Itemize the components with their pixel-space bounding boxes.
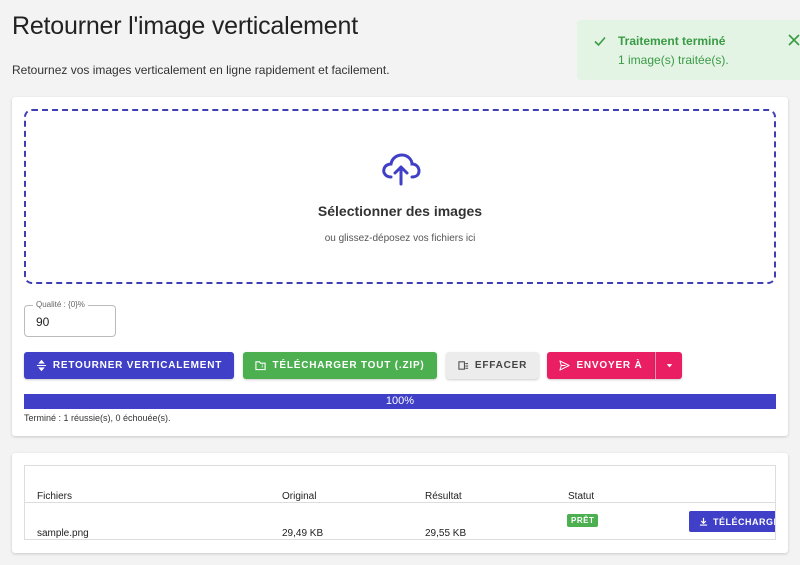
file-name: sample.png [37, 528, 89, 539]
column-header-result: Résultat [425, 491, 462, 502]
cloud-upload-icon [382, 153, 421, 186]
clear-button[interactable]: EFFACER [446, 352, 539, 379]
download-file-button[interactable]: TÉLÉCHARGER [689, 511, 775, 532]
column-header-original: Original [282, 491, 317, 502]
page-subtitle: Retournez vos images verticalement en li… [12, 63, 390, 77]
download-all-zip-button[interactable]: TÉLÉCHARGER TOUT (.ZIP) [243, 352, 437, 379]
check-icon [594, 36, 606, 47]
flip-vertical-label: RETOURNER VERTICALEMENT [52, 360, 223, 371]
column-header-status: Statut [568, 491, 595, 502]
dropzone-title: Sélectionner des images [317, 203, 483, 219]
column-header-files: Fichiers [37, 491, 73, 502]
send-icon [559, 360, 571, 371]
files-table: Fichiers Original Résultat Statut sample… [24, 465, 776, 540]
download-icon [699, 517, 708, 526]
download-all-label: TÉLÉCHARGER TOUT (.ZIP) [272, 360, 425, 371]
toast-title: Traitement terminé [618, 34, 726, 48]
progress-label: 100% [385, 395, 415, 407]
success-toast: Traitement terminé 1 image(s) traitée(s)… [577, 20, 800, 80]
download-file-label: TÉLÉCHARGER [713, 516, 775, 527]
folder-zip-icon [255, 361, 267, 371]
clear-label: EFFACER [474, 360, 528, 371]
dropzone-subtitle: ou glissez-déposez vos fichiers ici [324, 233, 476, 244]
quality-input[interactable]: 90 [36, 315, 49, 329]
quality-label: Qualité : {0}% [33, 300, 88, 309]
flip-vertical-button[interactable]: RETOURNER VERTICALEMENT [24, 352, 234, 379]
send-to-button[interactable]: ENVOYER À [547, 352, 655, 379]
original-size: 29,49 KB [282, 528, 324, 539]
clear-all-icon [458, 361, 468, 370]
progress-bar: 100% [24, 394, 776, 409]
toast-message: 1 image(s) traitée(s). [618, 53, 729, 67]
quality-field[interactable]: Qualité : {0}% 90 [24, 300, 116, 337]
send-to-dropdown-button[interactable] [655, 352, 682, 379]
send-to-label: ENVOYER À [576, 360, 643, 371]
result-size: 29,55 KB [425, 528, 467, 539]
caret-down-icon [666, 364, 672, 368]
flip-vertical-icon [36, 360, 46, 371]
image-dropzone[interactable]: Sélectionner des images ou glissez-dépos… [24, 109, 776, 284]
header-divider [25, 502, 775, 503]
upload-card: Sélectionner des images ou glissez-dépos… [12, 97, 788, 436]
files-card: Fichiers Original Résultat Statut sample… [12, 453, 788, 553]
processing-status: Terminé : 1 réussie(s), 0 échouée(s). [24, 413, 171, 423]
page-title: Retourner l'image verticalement [12, 12, 358, 40]
close-icon[interactable] [787, 33, 800, 47]
status-badge: PRÊT [567, 514, 599, 527]
